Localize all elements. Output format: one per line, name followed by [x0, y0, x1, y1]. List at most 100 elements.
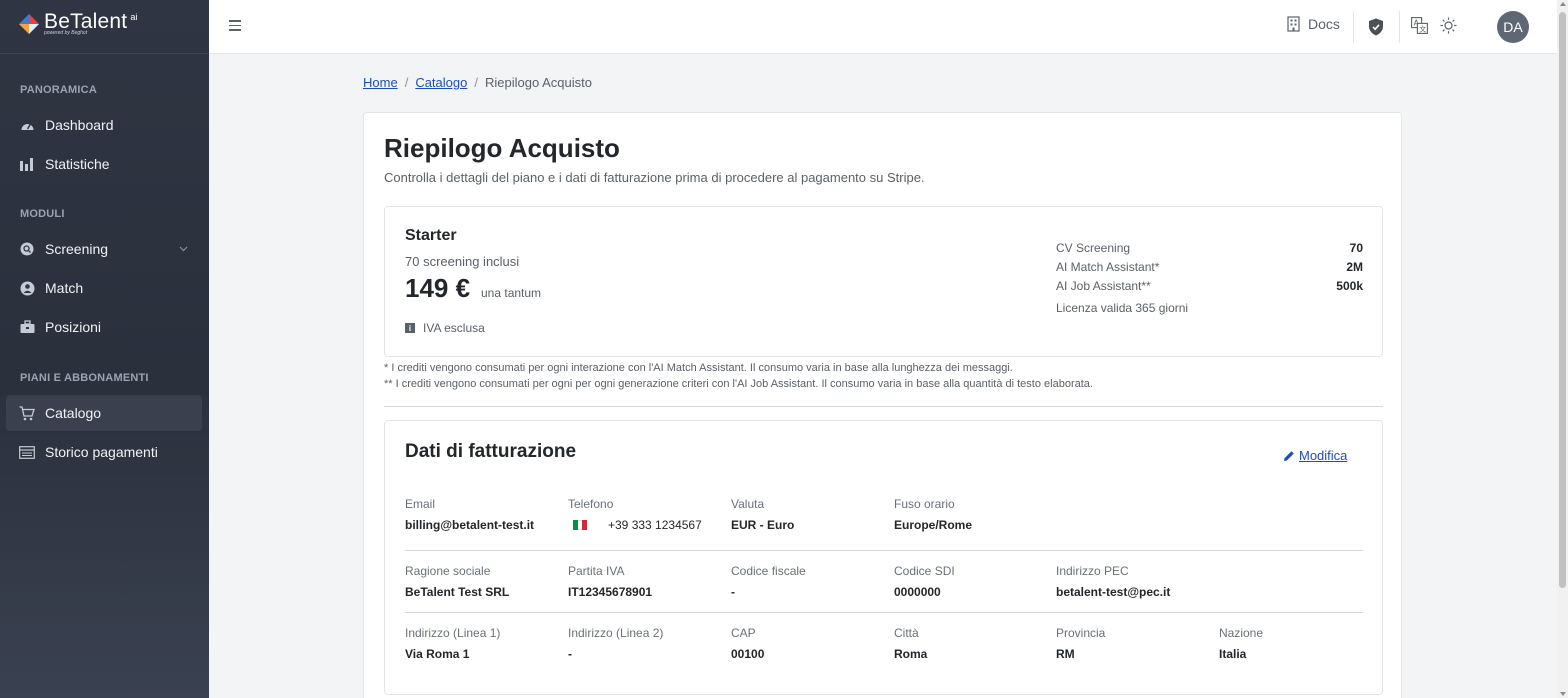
sidebar-item-posizioni[interactable]: Posizioni — [6, 309, 202, 345]
edit-label: Modifica — [1299, 448, 1348, 463]
plan-feature-row: AI Match Assistant* 2M — [1056, 260, 1363, 274]
plan-price: 149 € — [405, 273, 471, 303]
scrollbar[interactable] — [1557, 0, 1568, 698]
vat-note-label: IVA esclusa — [423, 321, 485, 335]
cart-icon — [19, 405, 35, 421]
italy-flag-icon — [573, 520, 588, 530]
field-timezone: Fuso orario Europe/Rome — [894, 497, 1054, 532]
field-value: RM — [1056, 647, 1075, 661]
sidebar-item-storico-pagamenti[interactable]: Storico pagamenti — [6, 434, 202, 470]
field-value: Italia — [1219, 647, 1247, 661]
section-title-panoramica: PANORAMICA — [20, 84, 97, 96]
sidebar-item-label: Storico pagamenti — [45, 444, 158, 460]
divider — [405, 550, 1363, 551]
field-currency: Valuta EUR - Euro — [731, 497, 891, 532]
purchase-summary-card: Riepilogo Acquisto Controlla i dettagli … — [363, 112, 1402, 698]
field-city: Città Roma — [894, 626, 1054, 661]
svg-text:文: 文 — [1419, 24, 1426, 33]
field-label: Ragione sociale — [405, 564, 491, 578]
plan-feature-row: AI Job Assistant** 500k — [1056, 279, 1363, 293]
edit-billing-link[interactable]: Modifica — [1283, 448, 1347, 463]
footnote: ** I crediti vengono consumati per ogni … — [384, 378, 1093, 390]
sun-icon[interactable] — [1439, 16, 1457, 34]
field-value: - — [568, 647, 572, 661]
field-value: betalent-test@pec.it — [1056, 585, 1171, 599]
section-title-moduli: MODULI — [20, 208, 65, 220]
field-value: Europe/Rome — [894, 518, 973, 532]
info-icon: i — [405, 323, 415, 333]
plan-name: Starter — [405, 227, 457, 244]
user-icon — [19, 280, 35, 296]
field-address-line-1: Indirizzo (Linea 1) Via Roma 1 — [405, 626, 565, 661]
license-validity: Licenza valida 365 giorni — [1056, 301, 1189, 315]
breadcrumb: Home / Catalogo / Riepilogo Acquisto — [363, 75, 592, 90]
plan-summary: Starter 70 screening inclusi 149 € una t… — [384, 206, 1383, 357]
field-province: Provincia RM — [1056, 626, 1216, 661]
docs-link[interactable]: Docs — [1287, 16, 1340, 32]
billing-section: Dati di fatturazione Modifica Email bill… — [384, 420, 1383, 695]
sidebar-item-statistiche[interactable]: Statistiche — [6, 146, 202, 182]
divider — [405, 612, 1363, 613]
field-label: Telefono — [568, 497, 614, 511]
brand-subtitle: powered by Beghot — [44, 30, 88, 36]
field-value: IT12345678901 — [568, 585, 653, 599]
search-doc-icon — [19, 241, 35, 257]
sidebar-item-label: Statistiche — [45, 156, 110, 172]
brand-suffix: ai — [130, 12, 138, 22]
breadcrumb-home-link[interactable]: Home — [363, 75, 398, 90]
footnote: * I crediti vengono consumati per ogni i… — [384, 362, 1013, 374]
sidebar-item-screening[interactable]: Screening — [6, 231, 202, 267]
receipt-icon — [19, 444, 35, 460]
divider — [384, 406, 1383, 407]
billing-title: Dati di fatturazione — [405, 441, 577, 462]
plan-price-note: una tantum — [481, 286, 542, 300]
field-label: Valuta — [731, 497, 765, 511]
field-label: CAP — [731, 626, 756, 640]
hamburger-menu-icon[interactable] — [229, 17, 241, 31]
topbar: Docs A文 DA — [209, 0, 1557, 54]
field-value: - — [731, 585, 735, 599]
sidebar-item-match[interactable]: Match — [6, 270, 202, 306]
gauge-icon — [19, 117, 35, 133]
sidebar-item-label: Screening — [45, 241, 109, 257]
sidebar-item-dashboard[interactable]: Dashboard — [6, 107, 202, 143]
field-label: Partita IVA — [568, 564, 625, 578]
bar-chart-icon — [19, 156, 35, 172]
feature-value: 70 — [1349, 241, 1363, 255]
plan-feature-row: CV Screening 70 — [1056, 241, 1363, 255]
docs-label: Docs — [1308, 16, 1340, 32]
shield-icon[interactable] — [1367, 18, 1385, 36]
vat-note: i IVA esclusa — [405, 321, 485, 335]
breadcrumb-separator: / — [404, 75, 409, 90]
breadcrumb-catalog-link[interactable]: Catalogo — [415, 75, 467, 90]
sidebar-item-catalogo[interactable]: Catalogo — [6, 395, 202, 431]
field-zip: CAP 00100 — [731, 626, 891, 661]
translate-icon[interactable]: A文 — [1410, 16, 1428, 34]
building-icon — [1287, 16, 1300, 32]
sidebar-item-label: Match — [45, 280, 84, 296]
sidebar-item-label: Posizioni — [45, 319, 102, 335]
avatar[interactable]: DA — [1497, 11, 1529, 43]
scroll-down-arrow-icon[interactable] — [1560, 692, 1566, 696]
chevron-down-icon[interactable] — [179, 244, 188, 254]
field-label: Codice SDI — [894, 564, 955, 578]
scroll-thumb[interactable] — [1559, 12, 1566, 588]
field-value: +39 333 1234567 — [568, 518, 728, 532]
field-label: Nazione — [1219, 626, 1264, 640]
sidebar-header: BeTalent ai powered by Beghot — [0, 0, 209, 54]
feature-label: CV Screening — [1056, 241, 1131, 255]
field-value: Via Roma 1 — [405, 647, 470, 661]
field-value: 0000000 — [894, 585, 941, 599]
pencil-icon — [1284, 450, 1294, 461]
field-label: Indirizzo PEC — [1056, 564, 1129, 578]
field-value: EUR - Euro — [731, 518, 795, 532]
field-value: 00100 — [731, 647, 765, 661]
breadcrumb-separator: / — [474, 75, 478, 90]
scroll-up-arrow-icon[interactable] — [1560, 2, 1566, 6]
feature-label: AI Job Assistant** — [1056, 279, 1151, 293]
field-label: Città — [894, 626, 919, 640]
field-email: Email billing@betalent-test.it — [405, 497, 565, 532]
briefcase-icon — [19, 319, 35, 335]
divider — [1353, 11, 1354, 43]
field-label: Provincia — [1056, 626, 1106, 640]
